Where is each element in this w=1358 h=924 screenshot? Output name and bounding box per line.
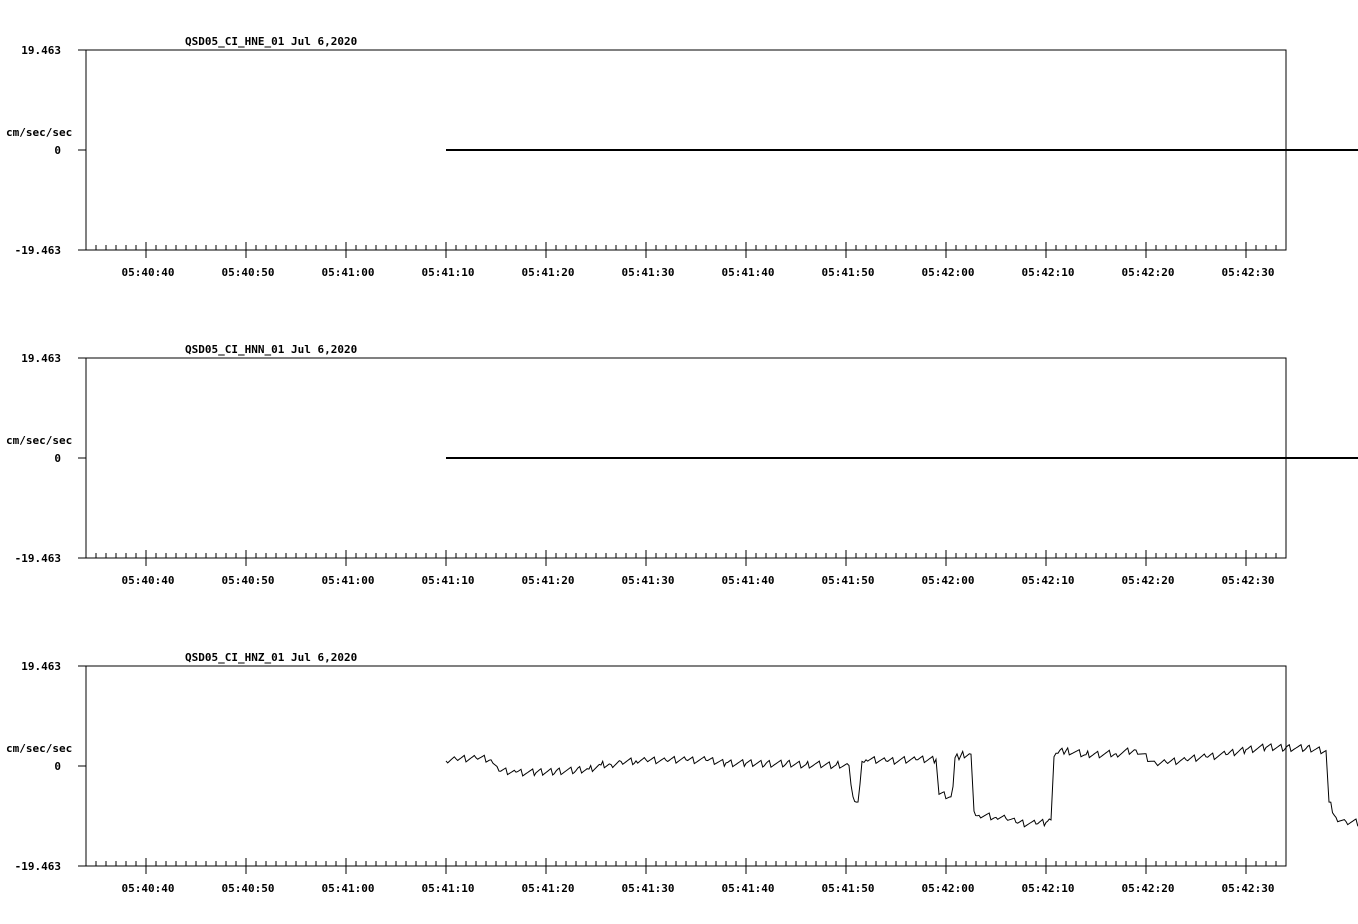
x-tick-label: 05:42:30 <box>1222 882 1275 895</box>
y-tick-label: 19.463 <box>21 352 61 365</box>
x-tick-label: 05:40:40 <box>122 574 175 587</box>
x-tick-label: 05:42:20 <box>1122 574 1175 587</box>
x-tick-label: 05:41:10 <box>422 266 475 279</box>
x-tick-label: 05:41:20 <box>522 266 575 279</box>
x-tick-label: 05:42:10 <box>1022 574 1075 587</box>
y-axis-label: cm/sec/sec <box>6 126 72 139</box>
x-tick-label: 05:42:30 <box>1222 266 1275 279</box>
x-tick-label: 05:42:10 <box>1022 882 1075 895</box>
series-trace-0 <box>445 743 1358 828</box>
x-tick-label: 05:41:10 <box>422 574 475 587</box>
panel-hnz: QSD05_CI_HNZ_01 Jul 6,2020 cm/sec/sec 19.4… <box>6 651 1358 895</box>
chart-title: QSD05_CI_HNZ_01 Jul 6,2020 <box>185 651 357 664</box>
x-tick-label: 05:42:30 <box>1222 574 1275 587</box>
seismogram-figure: QSD05_CI_HNE_01 Jul 6,2020 cm/sec/sec 19.4… <box>6 35 1358 895</box>
y-tick-label: 19.463 <box>21 660 61 673</box>
y-tick-label: -19.463 <box>15 860 61 873</box>
x-tick-label: 05:41:40 <box>722 266 775 279</box>
panel-hnn: QSD05_CI_HNN_01 Jul 6,2020 cm/sec/sec 19.4… <box>6 343 1358 587</box>
chart-title: QSD05_CI_HNE_01 Jul 6,2020 <box>185 35 357 48</box>
panel-hne: QSD05_CI_HNE_01 Jul 6,2020 cm/sec/sec 19.4… <box>6 35 1358 279</box>
x-tick-label: 05:41:00 <box>322 574 375 587</box>
x-tick-label: 05:42:00 <box>922 574 975 587</box>
x-tick-label: 05:41:50 <box>822 266 875 279</box>
y-tick-label: 0 <box>54 452 61 465</box>
x-tick-label: 05:41:30 <box>622 266 675 279</box>
x-tick-label: 05:41:30 <box>622 882 675 895</box>
x-tick-label: 05:41:10 <box>422 882 475 895</box>
x-tick-label: 05:40:40 <box>122 266 175 279</box>
x-tick-label: 05:41:20 <box>522 574 575 587</box>
x-tick-label: 05:41:00 <box>322 266 375 279</box>
y-tick-label: 19.463 <box>21 44 61 57</box>
x-tick-label: 05:40:50 <box>222 882 275 895</box>
y-axis-label: cm/sec/sec <box>6 742 72 755</box>
x-tick-label: 05:42:00 <box>922 266 975 279</box>
x-tick-label: 05:42:20 <box>1122 882 1175 895</box>
x-tick-label: 05:41:50 <box>822 882 875 895</box>
x-tick-label: 05:41:50 <box>822 574 875 587</box>
y-tick-label: -19.463 <box>15 244 61 257</box>
x-tick-label: 05:40:40 <box>122 882 175 895</box>
x-tick-label: 05:41:00 <box>322 882 375 895</box>
x-tick-label: 05:41:20 <box>522 882 575 895</box>
x-tick-label: 05:42:20 <box>1122 266 1175 279</box>
x-tick-label: 05:41:40 <box>722 882 775 895</box>
plot-frame <box>85 665 1287 867</box>
x-tick-label: 05:41:40 <box>722 574 775 587</box>
y-tick-label: 0 <box>54 144 61 157</box>
x-tick-label: 05:42:00 <box>922 882 975 895</box>
x-tick-label: 05:40:50 <box>222 266 275 279</box>
x-tick-label: 05:41:30 <box>622 574 675 587</box>
y-tick-label: 0 <box>54 760 61 773</box>
y-tick-label: -19.463 <box>15 552 61 565</box>
x-tick-label: 05:42:10 <box>1022 266 1075 279</box>
chart-title: QSD05_CI_HNN_01 Jul 6,2020 <box>185 343 357 356</box>
x-tick-label: 05:40:50 <box>222 574 275 587</box>
y-axis-label: cm/sec/sec <box>6 434 72 447</box>
